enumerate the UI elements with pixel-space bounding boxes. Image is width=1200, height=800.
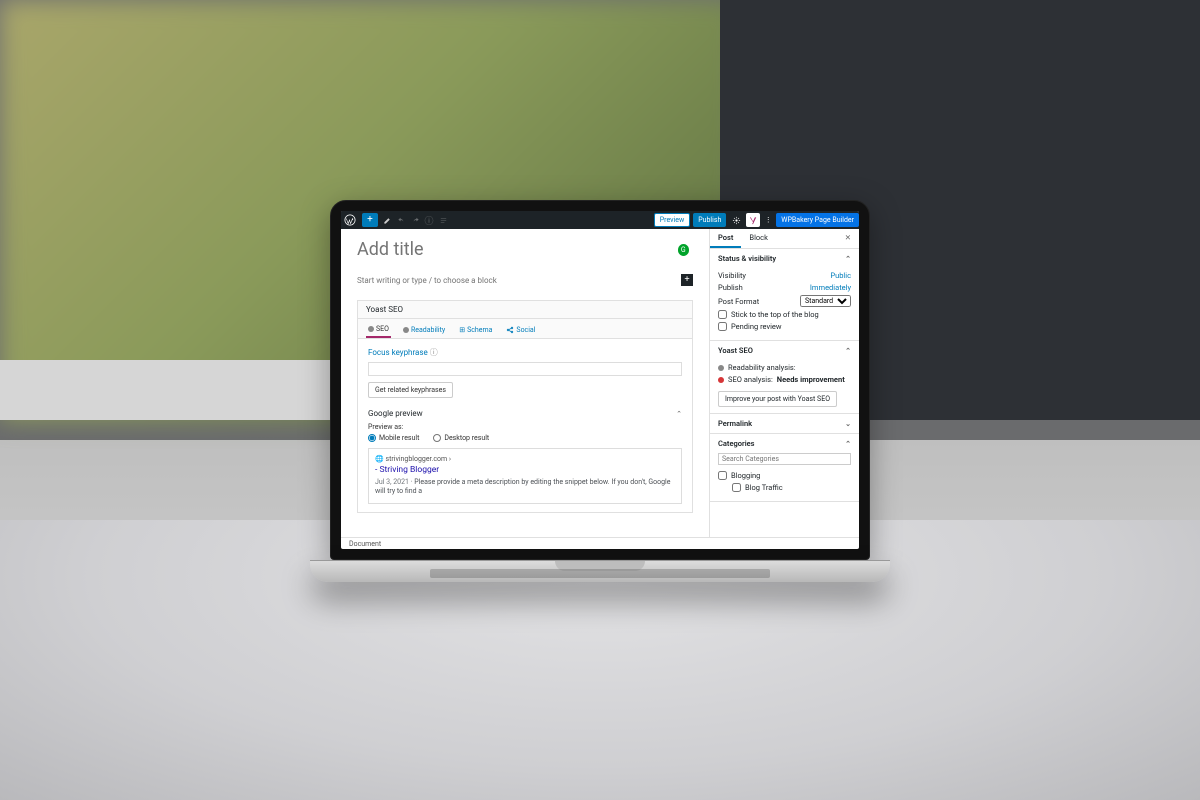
wpbakery-button[interactable]: WPBakery Page Builder — [776, 213, 859, 227]
redo-icon[interactable] — [408, 213, 422, 227]
category-blogging[interactable]: Blogging — [718, 471, 851, 480]
grammarly-icon[interactable]: G — [678, 244, 689, 256]
desktop-result-radio[interactable]: Desktop result — [433, 434, 489, 442]
chevron-up-icon: ⌃ — [845, 347, 851, 355]
close-sidebar-icon[interactable]: ✕ — [837, 229, 859, 248]
globe-icon: 🌐 — [375, 455, 384, 463]
sidebar-tab-block[interactable]: Block — [741, 229, 776, 248]
publish-button[interactable]: Publish — [693, 213, 726, 227]
insert-block-button[interactable]: + — [681, 274, 693, 286]
yoast-metabox: Yoast SEO SEO Readability ⊞ — [357, 300, 693, 513]
focus-keyphrase-input[interactable] — [368, 362, 682, 376]
readability-status-dot-icon — [403, 327, 409, 333]
panel-yoast: Yoast SEO⌃ Readability analysis: SEO ana… — [710, 341, 859, 414]
sticky-checkbox[interactable]: Stick to the top of the blog — [718, 310, 851, 319]
panel-status: Status & visibility⌃ Visibility Public Pu… — [710, 249, 859, 341]
visibility-label: Visibility — [718, 271, 746, 280]
google-preview-toggle[interactable]: Google preview ⌃ — [368, 406, 682, 421]
publish-label: Publish — [718, 283, 743, 292]
yoast-tabs: SEO Readability ⊞ Schema — [358, 319, 692, 339]
google-preview-title: Google preview — [368, 409, 423, 418]
focus-keyphrase-label[interactable]: Focus keyphrase ⓘ — [368, 347, 682, 358]
post-format-label: Post Format — [718, 297, 759, 306]
panel-status-toggle[interactable]: Status & visibility⌃ — [710, 249, 859, 268]
serp-preview: 🌐 strivingblogger.com › - Striving Blogg… — [368, 448, 682, 504]
improve-with-yoast-button[interactable]: Improve your post with Yoast SEO — [718, 391, 837, 407]
laptop-lid: + ⓘ Preview Publish — [330, 200, 870, 560]
add-block-button[interactable]: + — [362, 213, 378, 227]
serp-title: - Striving Blogger — [375, 465, 675, 476]
post-title-input[interactable] — [357, 239, 678, 260]
yoast-toolbar-icon[interactable] — [746, 213, 760, 227]
laptop-base — [310, 560, 890, 582]
wordpress-editor: + ⓘ Preview Publish — [341, 211, 859, 549]
panel-yoast-toggle[interactable]: Yoast SEO⌃ — [710, 341, 859, 360]
sidebar-tabs: Post Block ✕ — [710, 229, 859, 249]
readability-analysis-label: Readability analysis: — [728, 363, 796, 372]
yoast-tab-seo[interactable]: SEO — [366, 322, 391, 338]
settings-sidebar: Post Block ✕ Status & visibility⌃ Visibi… — [709, 229, 859, 537]
post-format-select[interactable]: Standard — [800, 295, 851, 307]
related-keyphrases-button[interactable]: Get related keyphrases — [368, 382, 453, 398]
editor-body: G Start writing or type / to choose a bl… — [341, 229, 859, 537]
editor-main: G Start writing or type / to choose a bl… — [341, 229, 709, 537]
status-dot-icon — [718, 377, 724, 383]
panel-categories-toggle[interactable]: Categories⌃ — [710, 434, 859, 453]
block-placeholder-text[interactable]: Start writing or type / to choose a bloc… — [357, 276, 681, 285]
category-blog-traffic[interactable]: Blog Traffic — [732, 483, 851, 492]
category-search-input[interactable] — [718, 453, 851, 465]
chevron-down-icon: ⌄ — [845, 420, 851, 428]
yoast-tab-schema-label: Schema — [467, 326, 492, 334]
info-icon[interactable]: ⓘ — [422, 213, 436, 227]
yoast-tab-social-label: Social — [516, 326, 535, 334]
panel-categories: Categories⌃ Blogging Blog Traffic — [710, 434, 859, 502]
status-dot-icon — [718, 365, 724, 371]
yoast-tab-social[interactable]: Social — [504, 322, 537, 338]
share-icon — [506, 326, 514, 334]
chevron-up-icon: ⌃ — [845, 255, 851, 263]
more-options-icon[interactable]: ⋮ — [763, 213, 773, 227]
visibility-value[interactable]: Public — [830, 271, 851, 280]
sidebar-tab-post[interactable]: Post — [710, 229, 741, 248]
pending-review-checkbox[interactable]: Pending review — [718, 322, 851, 331]
mobile-result-radio[interactable]: Mobile result — [368, 434, 419, 442]
serp-date: Jul 3, 2021 — [375, 478, 409, 486]
yoast-tab-seo-label: SEO — [376, 325, 389, 333]
schema-icon: ⊞ — [459, 326, 465, 334]
yoast-metabox-title: Yoast SEO — [358, 301, 692, 319]
laptop: + ⓘ Preview Publish — [330, 200, 870, 582]
publish-value[interactable]: Immediately — [810, 283, 851, 292]
edit-mode-icon[interactable] — [380, 213, 394, 227]
panel-permalink-toggle[interactable]: Permalink⌄ — [710, 414, 859, 433]
serp-breadcrumb: 🌐 strivingblogger.com › — [375, 455, 675, 464]
laptop-keyboard — [430, 569, 770, 578]
seo-analysis-label: SEO analysis: — [728, 375, 773, 384]
outline-icon[interactable] — [436, 213, 450, 227]
serp-meta: Jul 3, 2021 · Please provide a meta desc… — [375, 478, 675, 497]
editor-topbar: + ⓘ Preview Publish — [341, 211, 859, 229]
seo-analysis-value: Needs improvement — [777, 375, 845, 384]
yoast-tab-readability[interactable]: Readability — [401, 322, 447, 338]
settings-button[interactable] — [729, 213, 743, 227]
preview-button[interactable]: Preview — [654, 213, 690, 227]
wordpress-logo-icon[interactable] — [341, 211, 359, 229]
chevron-up-icon: ⌃ — [845, 440, 851, 448]
panel-permalink: Permalink⌄ — [710, 414, 859, 434]
statusbar-document[interactable]: Document — [349, 540, 381, 548]
seo-status-dot-icon — [368, 326, 374, 332]
help-icon: ⓘ — [430, 348, 438, 357]
yoast-tab-readability-label: Readability — [411, 326, 445, 334]
yoast-tab-schema[interactable]: ⊞ Schema — [457, 322, 494, 338]
preview-as-label: Preview as: — [368, 423, 682, 431]
chevron-up-icon: ⌃ — [676, 410, 682, 418]
editor-statusbar: Document — [341, 537, 859, 549]
undo-icon[interactable] — [394, 213, 408, 227]
